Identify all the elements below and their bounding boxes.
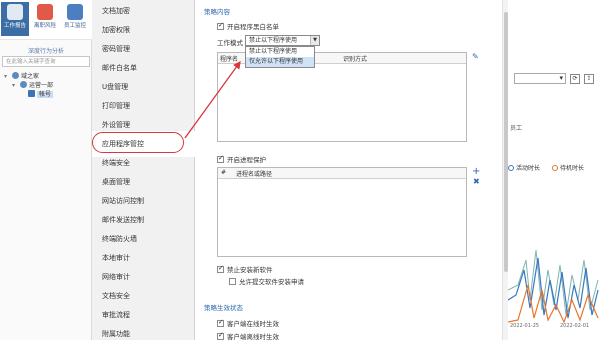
series-line-orange xyxy=(508,284,599,324)
legend-dot-icon xyxy=(508,165,514,171)
legend-standby: 待机时长 xyxy=(552,163,584,172)
x-axis-label: 2022-02-01 xyxy=(560,323,589,329)
right-select[interactable] xyxy=(514,73,566,84)
legend-dot-icon xyxy=(552,165,558,171)
annotation-arrow-line xyxy=(184,60,241,139)
activity-line-chart: 2022-01-25 2022-02-01 xyxy=(508,249,599,329)
background-app-right: ⟳ ⇪ 员工 活动时长 待机时长 2022-01-25 2022-02-01 xyxy=(508,0,600,340)
legend-label: 活动时长 xyxy=(516,165,541,172)
legend-label: 待机时长 xyxy=(560,165,585,172)
right-label-fragment: 员工 xyxy=(510,125,523,132)
x-axis-label: 2022-01-25 xyxy=(510,323,539,329)
export-icon[interactable]: ⇪ xyxy=(584,74,594,84)
legend-activity: 活动时长 xyxy=(508,163,540,172)
refresh-icon[interactable]: ⟳ xyxy=(570,74,580,84)
